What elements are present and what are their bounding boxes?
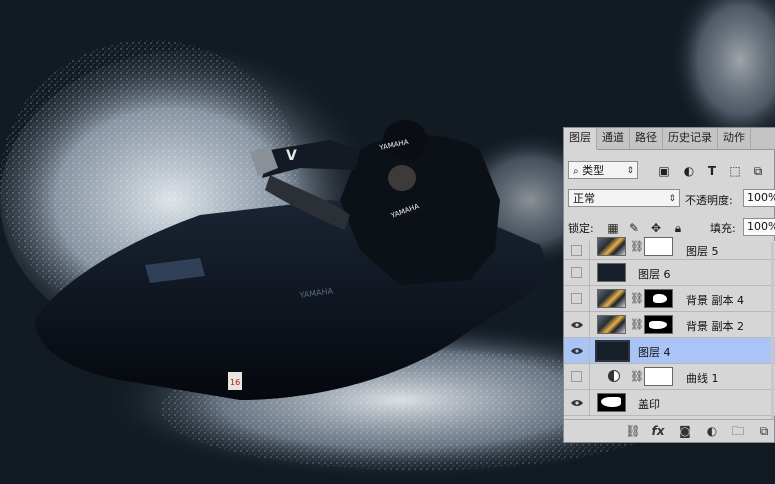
visibility-toggle[interactable] <box>564 312 590 337</box>
smart-object-filter-icon[interactable]: ⧉ <box>751 164 765 178</box>
layer-name: 图层 4 <box>638 346 671 359</box>
layer-thumbnail <box>597 393 626 412</box>
layer-thumbnail <box>597 237 626 256</box>
layers-panel: 图层 通道 路径 历史记录 动作 ⌕ 类型 ⇕ ▣ ◐ T ⬚ ⧉ 正常 ⇕ 不… <box>563 127 775 443</box>
blend-mode-value: 正常 <box>573 192 595 205</box>
link-chain-icon: ⛓ <box>630 318 644 331</box>
layer-name: 背景 副本 4 <box>686 294 744 307</box>
layer-thumbnail <box>597 289 626 308</box>
eye-icon <box>570 399 583 406</box>
layers-list: ⛓ 图层 5 图层 6 ⛓ 背景 副本 4 ⛓ 背景 副本 2 图层 4 ⛓ 曲… <box>564 237 775 416</box>
layer-name: 背景 副本 2 <box>686 320 744 333</box>
layer-name: 曲线 1 <box>686 372 719 385</box>
image-filter-icon[interactable]: ▣ <box>657 164 671 178</box>
layer-name: 图层 5 <box>686 245 719 258</box>
visibility-toggle[interactable] <box>564 390 590 415</box>
eye-icon <box>570 347 583 354</box>
visibility-toggle[interactable] <box>564 338 590 363</box>
opacity-label: 不透明度: <box>685 194 733 207</box>
layer-row-selected[interactable]: 图层 4 <box>564 338 775 364</box>
add-mask-icon[interactable]: ◙ <box>677 423 693 439</box>
layer-thumbnail <box>597 315 626 334</box>
chevron-updown-icon: ⇕ <box>668 194 676 204</box>
new-layer-icon[interactable]: ⧉ <box>756 423 772 439</box>
fill-label: 填充: <box>710 222 736 235</box>
blend-mode-select[interactable]: 正常 ⇕ <box>568 189 680 207</box>
tab-channels[interactable]: 通道 <box>597 128 630 149</box>
visibility-toggle[interactable] <box>564 241 590 259</box>
layer-thumbnail <box>597 263 626 282</box>
lock-pixels-icon[interactable]: ✎ <box>627 221 641 235</box>
lock-position-icon[interactable]: ✥ <box>649 221 663 235</box>
link-chain-icon: ⛓ <box>630 292 644 305</box>
lock-transparent-icon[interactable]: ▦ <box>606 221 620 235</box>
visibility-toggle[interactable] <box>564 364 590 389</box>
tab-history[interactable]: 历史记录 <box>663 128 718 149</box>
visibility-toggle[interactable] <box>564 286 590 311</box>
layer-row[interactable]: ⛓ 背景 副本 2 <box>564 312 775 338</box>
layer-name: 盖印 <box>638 398 660 411</box>
layer-filter-select[interactable]: ⌕ 类型 ⇕ <box>568 161 638 179</box>
layer-mask-thumbnail <box>644 237 673 256</box>
tab-paths[interactable]: 路径 <box>630 128 663 149</box>
adjustment-layer-icon[interactable]: ◐ <box>704 423 720 439</box>
svg-text:16: 16 <box>230 378 240 387</box>
visibility-toggle[interactable] <box>564 260 590 285</box>
eye-icon <box>570 321 583 328</box>
lock-all-icon[interactable]: 🔒︎ <box>671 221 685 235</box>
tab-layers[interactable]: 图层 <box>564 128 597 150</box>
fill-input[interactable]: 100% <box>743 218 775 236</box>
link-chain-icon: ⛓ <box>630 370 644 383</box>
tab-actions[interactable]: 动作 <box>718 128 751 149</box>
layer-row[interactable]: 图层 6 <box>564 260 775 286</box>
filter-type-value: 类型 <box>582 164 605 177</box>
layer-mask-thumbnail <box>644 367 673 386</box>
opacity-input[interactable]: 100% <box>743 189 775 207</box>
group-folder-icon[interactable]: 🗀︎ <box>730 423 746 439</box>
layer-thumbnail <box>595 340 630 362</box>
panel-tabs: 图层 通道 路径 历史记录 动作 <box>564 128 775 150</box>
adjustment-filter-icon[interactable]: ◐ <box>682 164 696 178</box>
link-layers-icon[interactable]: ⛓ <box>625 423 641 439</box>
v-logo: V <box>286 148 297 164</box>
panel-footer: ⛓ fx ◙ ◐ 🗀︎ ⧉ <box>564 419 774 442</box>
shape-filter-icon[interactable]: ⬚ <box>728 164 742 178</box>
search-icon: ⌕ <box>573 166 579 177</box>
layer-row[interactable]: ⛓ 图层 5 <box>564 237 775 260</box>
curves-adjustment-icon <box>608 370 620 382</box>
link-chain-icon: ⛓ <box>630 240 644 253</box>
layer-row[interactable]: 盖印 <box>564 390 775 416</box>
layers-scrollbar[interactable] <box>771 242 774 420</box>
layer-row[interactable]: ⛓ 曲线 1 <box>564 364 775 390</box>
fx-icon[interactable]: fx <box>650 423 666 439</box>
layer-mask-thumbnail <box>644 289 673 308</box>
lock-label: 锁定: <box>568 222 594 235</box>
chevron-updown-icon: ⇕ <box>626 166 634 176</box>
text-filter-icon[interactable]: T <box>705 164 719 178</box>
layer-row[interactable]: ⛓ 背景 副本 4 <box>564 286 775 312</box>
layer-name: 图层 6 <box>638 268 671 281</box>
layer-mask-thumbnail <box>644 315 673 334</box>
